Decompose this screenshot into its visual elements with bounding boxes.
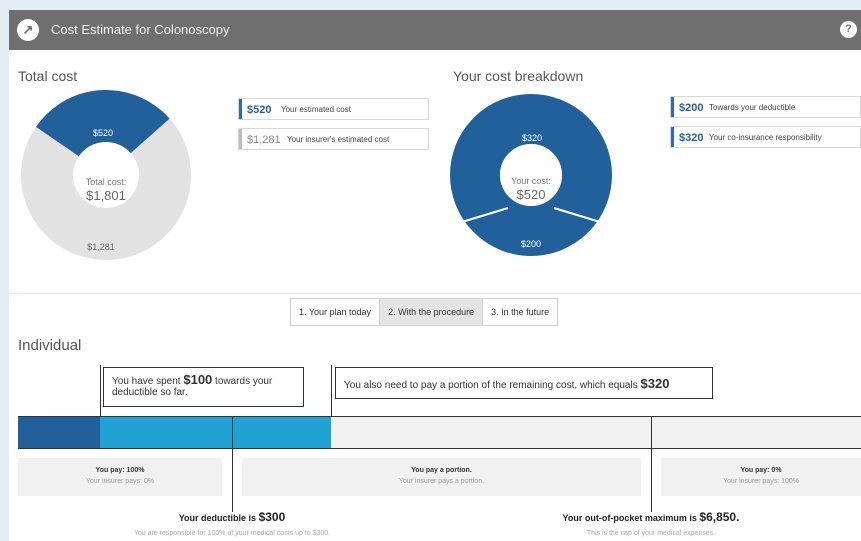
callout-text: You have spent [112, 376, 184, 387]
legend-text: Your co-insurance responsibility [709, 133, 822, 142]
marker-note: This is the cap of your medical expenses… [586, 530, 716, 537]
marker-text: Your deductible is [178, 513, 259, 523]
portion-pointer [331, 365, 332, 417]
donut-center-label: Your cost: [511, 176, 551, 186]
zone-label-insurer: Your insurer pays: 0% [85, 478, 155, 485]
zone-label-you: You pay: 100% [95, 467, 145, 474]
cost-breakdown-donut: $320 $200 Your cost: $520 [450, 94, 612, 256]
tab-plan-today[interactable]: 1. Your plan today [291, 299, 381, 325]
oop-marker-line [651, 417, 652, 512]
bar-bottom-border [18, 448, 861, 449]
zone-label-covered: You pay: 0% Your insurer pays: 100% [661, 458, 861, 496]
cost-estimate-panel: ↗ Cost Estimate for Colonoscopy ? Total … [9, 10, 861, 541]
spent-pointer [100, 365, 101, 417]
total-cost-donut: $520 $1,281 Total cost: $1,801 [21, 90, 191, 260]
legend-swatch [239, 99, 242, 119]
legend-coinsurance: $320 Your co-insurance responsibility [670, 126, 861, 148]
callout-spent: You have spent $100 towards your deducti… [103, 367, 304, 407]
donut-center-value: $520 [517, 187, 546, 202]
marker-note: You are responsible for 100% of your med… [133, 530, 331, 537]
bar-remaining [331, 417, 861, 448]
legend-amount: $200 [679, 102, 704, 114]
donut-center-value: $1,801 [86, 188, 126, 203]
page-title: Cost Estimate for Colonoscopy [51, 22, 230, 37]
tab-future[interactable]: 3. In the future [483, 299, 558, 325]
callout-text: You also need to pay a portion of the re… [344, 380, 641, 391]
oop-marker: Your out-of-pocket maximum is $6,850. Th… [521, 510, 781, 537]
marker-amount: $6,850. [699, 510, 740, 524]
legend-amount: $520 [247, 104, 272, 116]
cost-breakdown-heading: Your cost breakdown [453, 68, 584, 84]
zone-label-portion: You pay a portion. Your insurer pays a p… [242, 458, 641, 496]
legend-deductible: $200 Towards your deductible [670, 96, 861, 118]
individual-heading: Individual [18, 337, 82, 354]
slice-insurer-label: $1,281 [87, 242, 115, 252]
legend-amount: $320 [679, 132, 704, 144]
bar-top-border [18, 416, 861, 417]
legend-swatch [671, 127, 674, 147]
tab-with-procedure[interactable]: 2. With the procedure [380, 299, 484, 325]
header-bar: ↗ Cost Estimate for Colonoscopy ? [9, 10, 861, 50]
legend-text: Your insurer's estimated cost [287, 135, 390, 144]
callout-portion: You also need to pay a portion of the re… [335, 367, 713, 399]
zone-label-insurer: Your insurer pays a portion. [398, 478, 485, 485]
legend-text: Your estimated cost [281, 105, 351, 114]
bar-spent [18, 417, 100, 448]
total-cost-heading: Total cost [18, 68, 78, 84]
callout-amount: $100 [183, 372, 213, 387]
donut-center-label: Total cost: [86, 177, 127, 187]
legend-amount: $1,281 [247, 134, 281, 146]
slice-top-label: $320 [522, 133, 542, 143]
legend-insurer-cost: $1,281 Your insurer's estimated cost [238, 128, 429, 150]
marker-amount: $300 [258, 510, 286, 524]
logo-icon: ↗ [17, 19, 39, 41]
marker-text: Your out-of-pocket maximum is [562, 513, 700, 523]
zone-label-you: You pay: 0% [740, 467, 782, 474]
legend-swatch [239, 129, 242, 149]
callout-amount: $320 [640, 376, 670, 391]
zone-label-full-pay: You pay: 100% Your insurer pays: 0% [18, 458, 222, 496]
legend-text: Towards your deductible [709, 103, 796, 112]
slice-bottom-label: $200 [521, 239, 541, 249]
slice-you-label: $520 [93, 128, 113, 138]
legend-your-cost: $520 Your estimated cost [238, 98, 429, 120]
zone-label-insurer: Your insurer pays: 100% [722, 478, 799, 485]
deductible-marker: Your deductible is $300 You are responsi… [102, 510, 362, 537]
section-divider [9, 293, 861, 294]
timeline-tabs: 1. Your plan today 2. With the procedure… [290, 298, 559, 326]
bar-procedure [100, 417, 331, 448]
help-icon[interactable]: ? [840, 21, 857, 38]
deductible-marker-line [232, 417, 233, 512]
zone-label-you: You pay a portion. [411, 467, 472, 474]
legend-swatch [671, 97, 674, 117]
